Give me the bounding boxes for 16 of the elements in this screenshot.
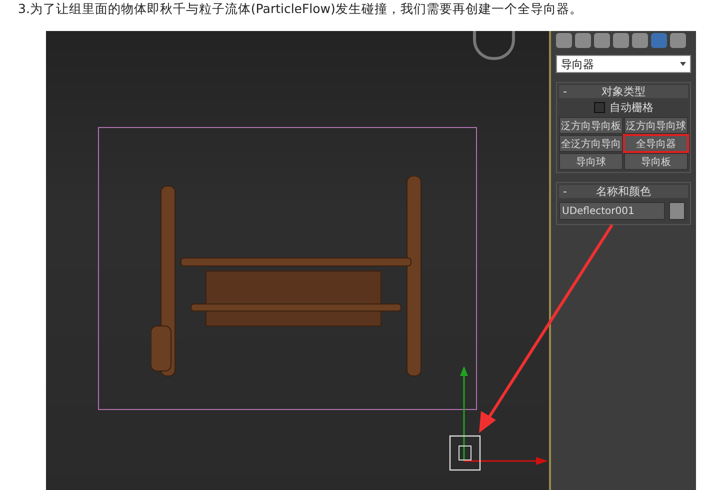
name-field[interactable]: UDeflector001 [559,202,665,220]
object-type-button[interactable]: 泛方向导向板 [559,117,623,134]
object-type-button[interactable]: 全导向器 [624,135,688,152]
category-dropdown[interactable]: 导向器 [556,55,691,73]
object-type-button[interactable]: 导向球 [559,153,623,170]
object-type-button[interactable]: 泛方向导向球 [624,117,688,134]
caret-icon [680,62,686,66]
viewcube-icon[interactable] [473,31,515,60]
object-type-button[interactable]: 导向板 [624,153,688,170]
rollout-header[interactable]: - 名称和颜色 [559,185,688,198]
auto-grid-label: 自动栅格 [610,100,654,115]
color-swatch[interactable] [669,202,685,220]
rollout-header[interactable]: - 对象类型 [559,85,688,98]
object-type-button[interactable]: 全泛方向导向 [559,135,623,152]
caption-text: 3.为了让组里面的物体即秋千与粒子流体(ParticleFlow)发生碰撞，我们需要再创建一个全导向器。 [17,0,584,18]
auto-grid-checkbox[interactable] [594,102,604,113]
